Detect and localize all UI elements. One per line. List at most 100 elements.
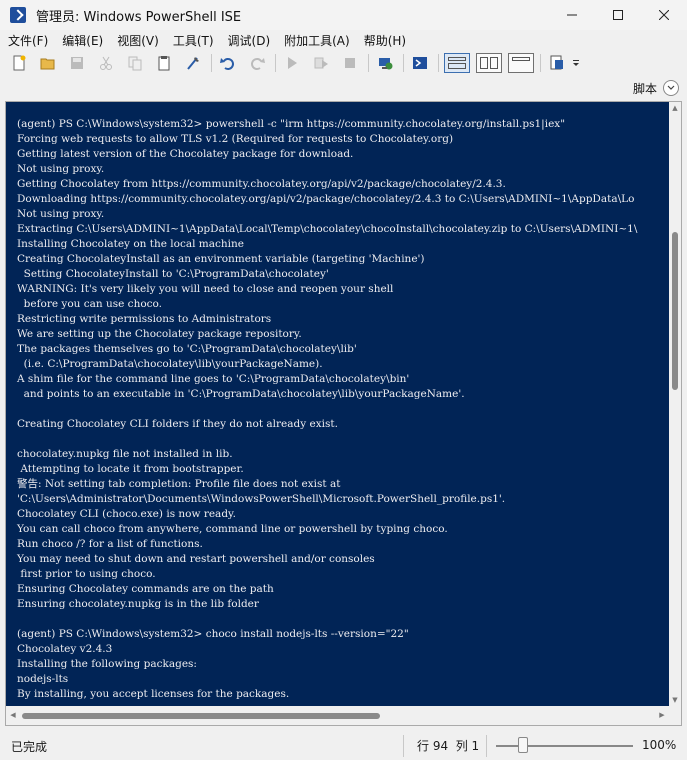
console-line: Not using proxy. [17,208,105,220]
toolbar-separator [438,54,439,72]
title-bar: 管理员: Windows PowerShell ISE [0,0,687,30]
vertical-scrollbar[interactable]: ▲ ▼ [669,102,681,706]
close-button[interactable] [641,0,687,30]
vertical-scroll-thumb[interactable] [672,232,678,390]
scroll-left-arrow-icon[interactable]: ◀ [6,706,20,725]
scroll-down-arrow-icon[interactable]: ▼ [669,694,681,706]
toolbar-overflow-icon [573,60,579,66]
console-line: Downloading https://community.chocolatey… [17,193,635,205]
console-line: Creating Chocolatey CLI folders if they … [17,418,338,430]
zoom-level: 100% [642,738,677,752]
status-bar: 已完成 行 94 列 1 100% [0,732,687,760]
console-line: Getting Chocolatey from https://communit… [17,178,506,190]
status-separator [403,735,404,757]
toolbar-separator [368,54,369,72]
save-button[interactable] [66,52,88,74]
menu-help[interactable]: 帮助(H) [356,32,412,49]
maximize-button[interactable] [595,0,641,30]
toolbar-separator [211,54,212,72]
toolbar-separator [275,54,276,72]
console-line: Not using proxy. [17,163,105,175]
new-remote-tab-button[interactable] [374,52,396,74]
console-line: By installing, you accept licenses for t… [17,688,290,700]
zoom-slider[interactable] [496,745,633,747]
paste-button[interactable] [153,52,175,74]
console-line: first prior to using choco. [17,568,156,580]
cut-button[interactable] [95,52,117,74]
redo-icon [251,58,265,70]
stop-icon [345,58,355,68]
console-line: Creating ChocolateyInstall as an environ… [17,253,425,265]
toolbar [0,50,687,76]
console-line: (i.e. C:\ProgramData\chocolatey\lib\your… [17,358,323,370]
collapse-script-pane-button[interactable] [663,80,679,96]
console-line: nodejs-lts [17,673,69,685]
console-line: Extracting C:\Users\ADMINI~1\AppData\Loc… [17,223,638,235]
console-line: Attempting to locate it from bootstrappe… [17,463,244,475]
start-powershell-icon [413,57,427,69]
show-commands-button[interactable] [546,52,568,74]
show-script-pane-right-button[interactable] [476,53,502,73]
undo-icon [220,58,234,70]
open-file-button[interactable] [37,52,59,74]
console-line: You may need to shut down and restart po… [17,553,375,565]
open-file-icon [40,58,55,70]
console-line: Chocolatey CLI (choco.exe) is now ready. [17,508,236,520]
scroll-right-arrow-icon[interactable]: ▶ [655,706,669,725]
console-line: and points to an executable in 'C:\Progr… [17,388,465,400]
minimize-button[interactable] [549,0,595,30]
console-line: Restricting write permissions to Adminis… [17,313,272,325]
console-line: Run choco /? for a list of functions. [17,538,203,550]
show-commands-icon [550,55,563,70]
cut-icon [100,56,112,70]
status-text: 已完成 [11,740,48,754]
console-line: Getting latest version of the Chocolatey… [17,148,354,160]
menu-bar: 文件(F) 编辑(E) 视图(V) 工具(T) 调试(D) 附加工具(A) 帮助… [0,30,687,50]
run-selection-icon [314,57,328,69]
run-script-icon [288,57,297,69]
copy-icon [128,56,142,71]
scroll-up-arrow-icon[interactable]: ▲ [669,102,681,114]
redo-button[interactable] [246,52,268,74]
status-separator [486,735,487,757]
horizontal-scroll-thumb[interactable] [22,713,380,719]
console-line: Ensuring chocolatey.nupkg is in the lib … [17,598,259,610]
stop-button[interactable] [339,52,361,74]
copy-button[interactable] [124,52,146,74]
menu-file[interactable]: 文件(F) [0,32,54,49]
console-line: (agent) PS C:\Windows\system32> powershe… [17,118,566,130]
menu-addons[interactable]: 附加工具(A) [276,32,356,49]
menu-tools[interactable]: 工具(T) [165,32,220,49]
console-line: A shim file for the command line goes to… [17,373,410,385]
clear-console-icon [187,57,199,70]
console-line: 'C:\Users\Administrator\Documents\Window… [17,493,506,505]
zoom-slider-thumb[interactable] [518,737,529,753]
show-script-pane-max-button[interactable] [508,53,534,73]
toolbar-overflow-button[interactable] [570,52,582,74]
horizontal-scrollbar[interactable]: ◀ ▶ [6,706,669,725]
console-line: Setting ChocolateyInstall to 'C:\Program… [17,268,329,280]
console-line: before you can use choco. [17,298,163,310]
console-line: We are setting up the Chocolatey package… [17,328,302,340]
console-line: The packages themselves go to 'C:\Progra… [17,343,357,355]
menu-edit[interactable]: 编辑(E) [54,32,109,49]
chevron-down-icon [667,85,675,90]
console-output[interactable]: (agent) PS C:\Windows\system32> powershe… [6,102,669,706]
console-line: Chocolatey v2.4.3 [17,643,113,655]
start-powershell-button[interactable] [409,52,431,74]
toolbar-separator [540,54,541,72]
clear-console-button[interactable] [182,52,204,74]
run-selection-button[interactable] [310,52,332,74]
run-script-button[interactable] [281,52,303,74]
powershell-ise-icon [10,7,26,23]
menu-view[interactable]: 视图(V) [109,32,165,49]
show-script-pane-top-button[interactable] [444,53,470,73]
window-title: 管理员: Windows PowerShell ISE [36,9,242,25]
new-file-button[interactable] [8,52,30,74]
console-line: 警告: Not setting tab completion: Profile … [17,478,341,490]
undo-button[interactable] [217,52,239,74]
menu-debug[interactable]: 调试(D) [220,32,277,49]
